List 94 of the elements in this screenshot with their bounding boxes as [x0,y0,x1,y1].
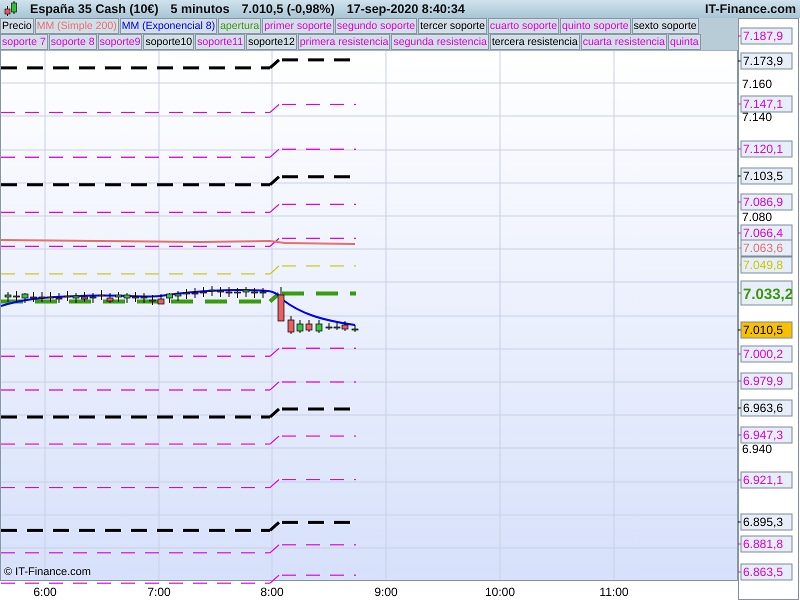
price-label: 7.187,9 [738,28,792,44]
candlestick [158,294,164,304]
price-label: 7.010,5 [738,322,792,338]
interval-text: 5 minutos [170,2,230,16]
legend-item[interactable]: apertura [218,18,262,34]
candlestick [296,320,304,334]
price-label: 7.033,2 [738,280,794,306]
legend-item[interactable]: MM (Exponencial 8) [120,18,218,34]
legend-item[interactable]: quinta [668,34,701,50]
price-label: 7.049,8 [738,256,792,274]
candlestick [217,286,224,298]
legend-item[interactable]: soporte 7 [0,34,48,50]
axis-tick-label: 6.940 [742,442,772,456]
legend-item[interactable]: cuarto soporte [488,18,560,34]
price-label: 7.147,1 [738,96,792,112]
legend-item[interactable]: cuarta resistencia [580,34,667,50]
candlestick-icon [4,1,18,17]
candlestick [47,292,54,302]
candlestick [90,292,96,304]
candlestick [81,292,88,302]
candlestick [22,292,28,304]
axis-tick-label: 11:00 [599,585,629,599]
candlestick [140,292,148,304]
price-label: 7.173,9 [738,52,792,70]
candlestick [316,320,322,334]
price-label: 6.947,3 [738,426,792,444]
candlestick [106,292,114,304]
candlestick [183,288,190,300]
price-change-text: 7.010,5 (-0,98%) [242,2,335,16]
legend-item[interactable]: tercer soporte [418,18,487,34]
legend-item[interactable]: Precio [0,18,34,34]
candlestick [174,290,182,302]
candlestick [64,290,71,302]
price-label: 7.103,5 [738,168,792,184]
candlestick [278,286,284,322]
candlestick [306,320,312,332]
candlestick [260,288,266,298]
candlestick [98,290,105,300]
candlestick [4,292,12,302]
credit-text: © IT-Finance.com [4,566,91,578]
brand-text: IT-Finance.com [705,2,796,16]
price-label: 6.963,6 [738,400,792,416]
candlestick [38,292,46,302]
axis-tick-label: 7.080 [742,210,772,224]
candlestick [56,292,62,304]
legend-item[interactable]: soporte10 [143,34,194,50]
axis-tick-label: 7.140 [742,110,772,124]
price-label: 6.863,5 [738,564,792,580]
legend-item[interactable]: soporte12 [246,34,297,50]
price-label: 6.979,9 [738,372,792,390]
price-label: 6.881,8 [738,536,792,552]
legend-item[interactable]: primer soporte [262,18,334,34]
legend-item[interactable]: segunda resistencia [391,34,489,50]
price-label: 7.000,2 [738,346,792,362]
candlestick [132,292,139,302]
legend-item[interactable]: segundo soporte [334,18,418,34]
instrument-title: España 35 Cash (10€) [30,2,159,16]
legend-item[interactable]: soporte9 [98,34,142,50]
candlestick [234,288,241,298]
candlestick [115,292,122,302]
legend-item[interactable]: primera resistencia [298,34,390,50]
candlestick [72,292,80,304]
datetime-text: 17-sep-2020 8:40:34 [346,2,465,16]
legend-item[interactable]: soporte11 [195,34,246,50]
price-label: 7.063,6 [738,240,792,256]
price-label: 7.066,4 [738,224,792,242]
candlestick [226,286,232,298]
axis-tick-label: 8:00 [260,585,284,599]
legend-item[interactable]: quinto soporte [560,18,631,34]
price-label: 7.086,9 [738,194,792,210]
candlestick [13,290,20,302]
candlestick [200,286,207,298]
candlestick [208,286,216,296]
legend-item[interactable]: tercera resistencia [490,34,580,50]
candlestick [251,288,258,298]
candlestick [149,294,156,306]
candlestick [166,292,173,304]
legend-item[interactable]: MM (Simple 200) [34,18,119,34]
candlestick [192,288,198,298]
axis-tick-label: 6:00 [33,585,57,599]
price-label: 6.921,1 [738,472,792,488]
candlestick [288,316,294,334]
legend-item[interactable]: sexto soporte [632,18,699,34]
candlestick [352,324,358,332]
axis-tick-label: 9:00 [374,585,398,599]
price-label: 6.895,3 [738,514,792,530]
candlestick [124,292,130,304]
axis-tick-label: 10:00 [484,585,516,599]
legend-item[interactable]: soporte 8 [48,34,97,50]
candlestick [242,286,250,298]
candlestick [30,292,37,302]
axis-tick-label: 7.160 [742,77,772,91]
price-label: 7.120,1 [738,140,792,158]
axis-tick-label: 7:00 [147,585,171,599]
